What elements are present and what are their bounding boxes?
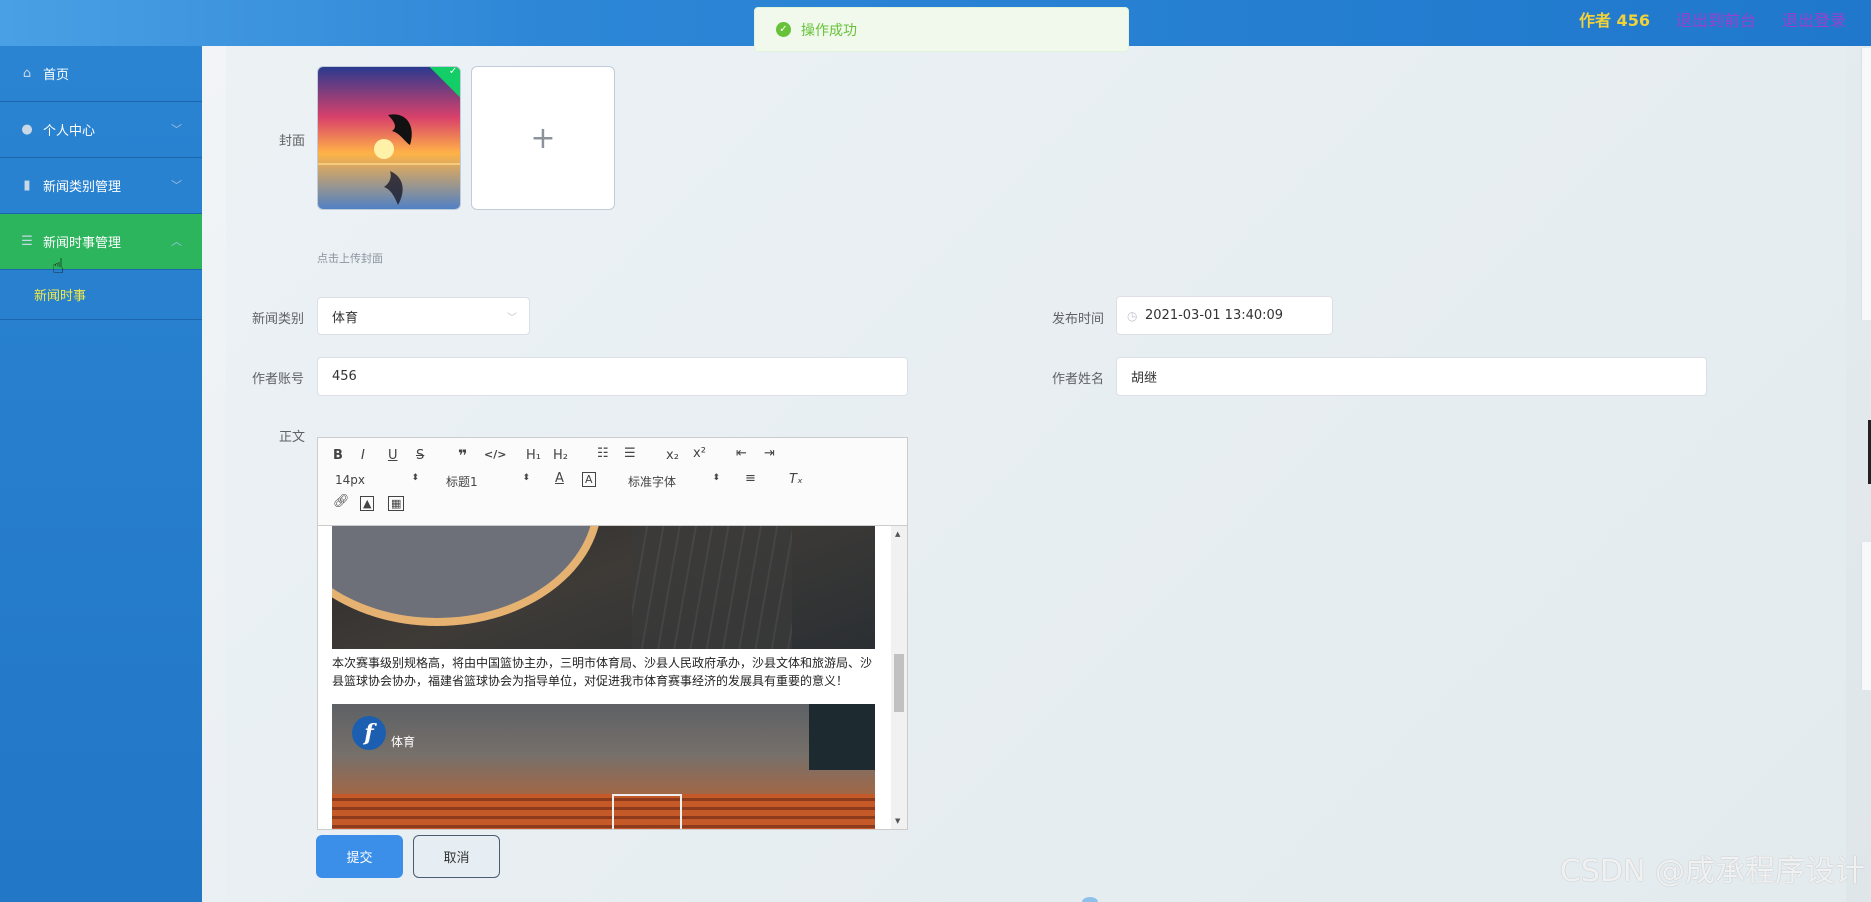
author-account-input[interactable]: 456	[317, 357, 908, 396]
align-icon[interactable]: ≡	[745, 471, 756, 486]
cover-label: 封面	[278, 134, 305, 149]
cover-image[interactable]: ✓	[317, 66, 461, 210]
cover-thumbnail	[318, 67, 460, 209]
indent-icon[interactable]: ⇥	[764, 446, 775, 461]
updown-icon: ⬍	[411, 473, 419, 483]
home-icon: ⌂	[22, 66, 32, 81]
watermark: CSDN @成承程序设计	[1559, 854, 1865, 889]
image-channel-tag: 体育	[391, 735, 416, 749]
publish-time-value: 2021-03-01 13:40:09	[1145, 308, 1284, 323]
subscript-icon[interactable]: x₂	[666, 448, 679, 463]
account-label: 作者账号	[251, 372, 304, 387]
cover-hint: 点击上传封面	[317, 252, 383, 265]
clock-icon: ◷	[1127, 309, 1138, 323]
user-icon: ●	[21, 122, 33, 137]
sidebar-item-label: 新闻类别管理	[43, 180, 122, 195]
stadium-image	[332, 526, 875, 649]
scroll-indicator	[1082, 897, 1098, 902]
chevron-down-icon: ﹀	[171, 179, 182, 192]
basketball-hoop	[612, 794, 682, 829]
editor-scrollbar[interactable]: ▲ ▼	[891, 526, 907, 829]
heading-value: 标题1	[446, 475, 478, 489]
font-size-select[interactable]: 14px ⬍	[335, 473, 419, 487]
heading-select[interactable]: 标题1 ⬍	[446, 473, 530, 490]
upload-cover-button[interactable]: +	[471, 66, 615, 210]
toast-message: 操作成功	[801, 22, 857, 39]
bar-chart-icon: ▮	[23, 178, 31, 193]
quote-icon[interactable]: ❞	[458, 446, 467, 465]
sidebar-item-personal-center[interactable]: ● 个人中心 ﹀	[0, 102, 202, 158]
sidebar: ⌂ 首页 ● 个人中心 ﹀ ▮ 新闻类别管理 ﹀ ☰ 新闻时事管理 ︿ 新闻时事	[0, 46, 202, 902]
font-family-select[interactable]: 标准字体 ⬍	[628, 473, 720, 490]
basketball-arena-image: f 体育	[332, 704, 875, 829]
sidebar-item-home[interactable]: ⌂ 首页	[0, 46, 202, 102]
logout-link[interactable]: 退出登录	[1782, 7, 1846, 31]
bold-icon[interactable]: B	[333, 448, 343, 463]
heading1-icon[interactable]: H₁	[526, 448, 541, 463]
font-family-value: 标准字体	[628, 475, 677, 489]
scroll-down-icon[interactable]: ▼	[895, 817, 900, 825]
clear-format-icon[interactable]: Tₓ	[789, 472, 803, 487]
sidebar-subitem-news[interactable]: 新闻时事	[0, 270, 202, 320]
link-icon[interactable]: 🔗︎	[333, 494, 350, 509]
chevron-down-icon: ﹀	[507, 313, 517, 324]
bullet-list-icon[interactable]: ☰	[624, 446, 636, 461]
updown-icon: ⬍	[712, 473, 720, 483]
editor-toolbar: B I U S ❞ </> H₁ H₂ ☷ ☰ x₂ x² ⇤ ⇥ 14px ⬍…	[318, 438, 907, 526]
sports-channel-logo: f	[352, 716, 386, 750]
video-icon[interactable]: ▦	[388, 496, 405, 511]
underline-icon[interactable]: U	[388, 448, 398, 463]
chevron-down-icon: ﹀	[171, 123, 182, 136]
background-color-icon[interactable]: A	[582, 472, 596, 487]
back-to-frontend-link[interactable]: 退出到前台	[1676, 7, 1756, 31]
sidebar-item-label: 个人中心	[43, 124, 96, 139]
strikethrough-icon[interactable]: S	[416, 448, 424, 463]
sidebar-item-label: 新闻时事管理	[43, 236, 122, 251]
author-name-value: 胡继	[1131, 371, 1158, 386]
category-value: 体育	[332, 310, 359, 326]
publish-time-picker[interactable]: ◷ 2021-03-01 13:40:09	[1116, 296, 1333, 335]
rich-text-editor[interactable]: B I U S ❞ </> H₁ H₂ ☷ ☰ x₂ x² ⇤ ⇥ 14px ⬍…	[317, 437, 908, 830]
success-toast: ✓ 操作成功	[754, 7, 1129, 52]
code-icon[interactable]: </>	[484, 448, 506, 461]
superscript-icon[interactable]: x²	[693, 446, 706, 461]
sidebar-item-category-management[interactable]: ▮ 新闻类别管理 ﹀	[0, 158, 202, 214]
sidebar-item-label: 首页	[43, 68, 70, 83]
check-circle-icon: ✓	[776, 22, 791, 37]
category-select[interactable]: 体育 ﹀	[317, 297, 530, 335]
image-icon[interactable]: ▲	[360, 496, 375, 511]
scrollbar-thumb[interactable]	[894, 654, 904, 712]
submit-button[interactable]: 提交	[316, 835, 403, 878]
right-edge-panel	[1861, 48, 1871, 320]
right-edge-panel	[1861, 542, 1871, 690]
editor-paragraph: 本次赛事级别规格高，将由中国篮协主办，三明市体育局、沙县人民政府承办，沙县文体和…	[332, 656, 873, 688]
scroll-up-icon[interactable]: ▲	[895, 530, 900, 538]
hand-cursor-icon: ☝	[52, 254, 65, 278]
sidebar-item-news-management[interactable]: ☰ 新闻时事管理 ︿	[0, 214, 202, 270]
author-name-input[interactable]: 胡继	[1116, 357, 1707, 396]
author-account-value: 456	[332, 369, 357, 384]
chevron-up-icon: ︿	[171, 235, 182, 248]
list-icon: ☰	[21, 234, 33, 249]
author-name: 作者 456	[1578, 11, 1650, 30]
body-label: 正文	[278, 430, 305, 445]
plus-icon: +	[530, 120, 556, 156]
check-icon: ✓	[448, 66, 458, 77]
italic-icon[interactable]: I	[361, 448, 365, 463]
category-label: 新闻类别	[251, 312, 304, 327]
ordered-list-icon[interactable]: ☷	[597, 446, 609, 461]
updown-icon: ⬍	[522, 473, 530, 483]
cancel-button[interactable]: 取消	[413, 835, 500, 878]
font-color-icon[interactable]: A	[555, 471, 564, 486]
author-name-label: 作者姓名	[1051, 372, 1104, 387]
editor-content[interactable]: 本次赛事级别规格高，将由中国篮协主办，三明市体育局、沙县人民政府承办，沙县文体和…	[318, 526, 907, 829]
scoreboard	[809, 704, 875, 770]
heading2-icon[interactable]: H₂	[553, 448, 568, 463]
font-size-value: 14px	[335, 473, 365, 487]
publish-time-label: 发布时间	[1051, 312, 1104, 327]
outdent-icon[interactable]: ⇤	[736, 446, 747, 461]
